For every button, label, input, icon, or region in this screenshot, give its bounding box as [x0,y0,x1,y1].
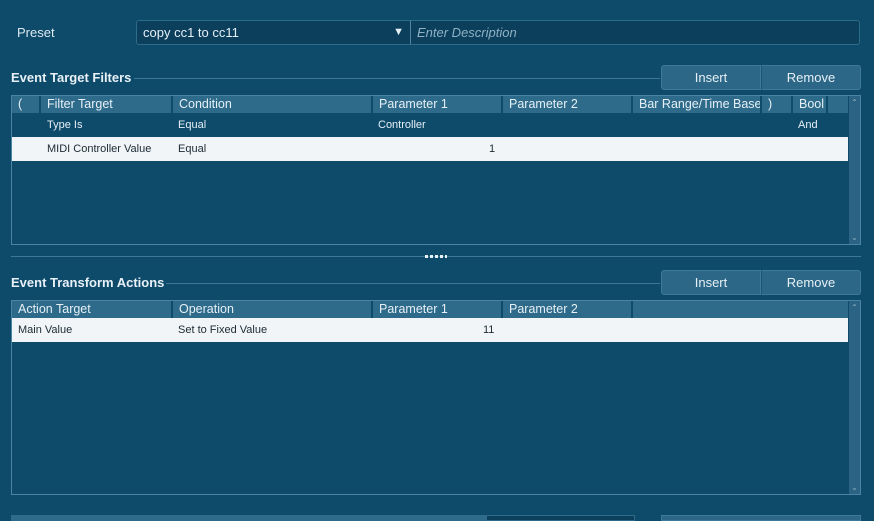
filters-table: ( Filter Target Condition Parameter 1 Pa… [11,95,861,245]
table-row[interactable]: Type Is Equal Controller And [12,113,848,137]
filters-remove-button[interactable]: Remove [761,65,861,90]
actions-insert-button[interactable]: Insert [661,270,761,295]
actions-scrollbar[interactable]: ⌃ ⌄ [849,301,860,494]
cell-parameter-1: 1 [489,143,496,155]
scroll-up-icon[interactable]: ⌃ [849,98,860,107]
scroll-down-icon[interactable]: ⌄ [849,233,860,242]
column-header-parameter-1[interactable]: Parameter 1 [373,96,503,113]
column-header-parameter-2[interactable]: Parameter 2 [503,301,633,318]
filters-table-header: ( Filter Target Condition Parameter 1 Pa… [12,96,848,113]
column-header-paren-close[interactable]: ) [762,96,793,113]
actions-table-header: Action Target Operation Parameter 1 Para… [12,301,848,318]
filters-button-group: Insert Remove [661,65,861,90]
cell-parameter-1: Controller [378,119,426,131]
scroll-up-icon[interactable]: ⌃ [849,303,860,312]
filters-divider [134,78,660,79]
cell-filter-target: Type Is [47,119,83,131]
cell-operation: Set to Fixed Value [178,324,268,336]
preset-label: Preset [17,25,55,40]
column-header-bar-range[interactable]: Bar Range/Time Base [633,96,762,113]
column-header-filter-target[interactable]: Filter Target [41,96,173,113]
actions-divider [166,283,660,284]
column-header-bool[interactable]: Bool [793,96,828,113]
dropdown-arrow-icon[interactable]: ▼ [393,21,404,44]
description-input[interactable] [410,20,860,45]
bottom-control-middle[interactable] [486,515,635,521]
cell-filter-target: MIDI Controller Value [47,143,152,155]
column-header-action-target[interactable]: Action Target [12,301,173,318]
filters-insert-button[interactable]: Insert [661,65,761,90]
column-header-condition[interactable]: Condition [173,96,373,113]
actions-title: Event Transform Actions [11,275,165,290]
column-header-paren-open[interactable]: ( [12,96,41,113]
table-row-selected[interactable]: MIDI Controller Value Equal 1 [12,137,848,161]
preset-value: copy cc1 to cc11 [143,25,239,40]
preset-dropdown[interactable]: copy cc1 to cc11 ▼ [136,20,411,45]
cell-parameter-1: 11 [483,324,495,336]
splitter-grip-icon[interactable] [425,255,447,258]
filters-title: Event Target Filters [11,70,132,85]
column-header-parameter-1[interactable]: Parameter 1 [373,301,503,318]
cell-condition: Equal [178,119,207,131]
column-header-parameter-2[interactable]: Parameter 2 [503,96,633,113]
cell-condition: Equal [178,143,207,155]
scroll-down-icon[interactable]: ⌄ [849,483,860,492]
cell-action-target: Main Value [18,324,73,336]
actions-remove-button[interactable]: Remove [761,270,861,295]
actions-button-group: Insert Remove [661,270,861,295]
bottom-control-left[interactable] [11,515,486,521]
bottom-button-right[interactable] [661,515,861,521]
filters-scrollbar[interactable]: ⌃ ⌄ [849,96,860,244]
column-header-operation[interactable]: Operation [173,301,373,318]
cell-bool: And [798,119,818,131]
table-row-selected[interactable]: Main Value Set to Fixed Value 11 [12,318,848,342]
actions-table: Action Target Operation Parameter 1 Para… [11,300,861,495]
